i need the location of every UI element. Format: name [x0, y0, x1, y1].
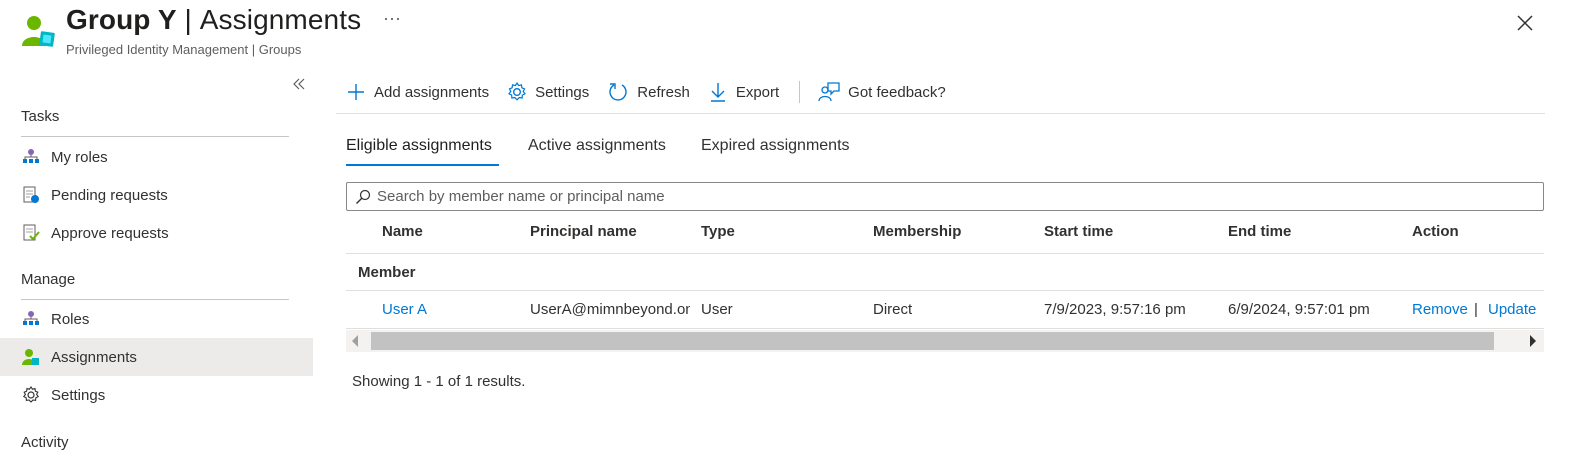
table-row-divider [346, 328, 1544, 329]
add-assignments-button[interactable]: Add assignments [346, 82, 489, 102]
remove-link[interactable]: Remove [1412, 301, 1468, 318]
sidebar-item-label: My roles [51, 148, 108, 166]
column-header-name[interactable]: Name [382, 223, 423, 240]
results-count: Showing 1 - 1 of 1 results. [352, 373, 526, 390]
page-title: Group Y | Assignments [66, 4, 361, 36]
page-title-group: Group Y [66, 4, 177, 35]
column-header-action: Action [1412, 223, 1459, 240]
search-icon [356, 189, 371, 204]
plus-icon [348, 84, 364, 100]
roles-icon [21, 309, 41, 329]
tab-active-assignments[interactable]: Active assignments [528, 137, 666, 155]
toolbar-divider-line [336, 113, 1545, 114]
assignments-icon [21, 347, 41, 367]
close-icon[interactable] [1514, 12, 1536, 34]
cell-name-link[interactable]: User A [382, 301, 427, 318]
scrollbar-thumb[interactable] [371, 332, 1494, 350]
tab-eligible-assignments[interactable]: Eligible assignments [346, 137, 492, 155]
sidebar-heading-activity: Activity [21, 434, 69, 451]
sidebar-item-label: Approve requests [51, 224, 169, 242]
cell-membership: Direct [873, 301, 913, 318]
sidebar-item-label: Assignments [51, 348, 137, 366]
sidebar-item-my-roles[interactable]: My roles [0, 138, 313, 176]
sidebar-item-assignments[interactable]: Assignments [0, 338, 313, 376]
feedback-label: Got feedback? [848, 83, 946, 101]
active-tab-indicator [346, 164, 499, 166]
command-bar: Add assignments Settings Refresh Export … [346, 78, 964, 106]
cell-type: User [701, 301, 733, 318]
refresh-button[interactable]: Refresh [607, 81, 690, 103]
group-assignments-icon [20, 14, 56, 50]
sidebar-item-label: Roles [51, 310, 90, 328]
column-header-start-time[interactable]: Start time [1044, 223, 1113, 240]
collapse-sidebar-icon[interactable] [291, 76, 307, 92]
sidebar-item-pending-requests[interactable]: Pending requests [0, 176, 313, 214]
page-title-page: Assignments [199, 4, 362, 35]
table-group-label: Member [358, 264, 416, 281]
column-header-type[interactable]: Type [701, 223, 735, 240]
refresh-label: Refresh [637, 83, 690, 101]
page-title-separator: | [176, 4, 200, 35]
sidebar-item-label: Pending requests [51, 186, 168, 204]
column-header-principal-name[interactable]: Principal name [530, 223, 637, 240]
more-options-button[interactable]: ··· [383, 8, 401, 29]
sidebar-item-settings[interactable]: Settings [0, 376, 313, 414]
feedback-button[interactable]: Got feedback? [818, 81, 946, 103]
pending-requests-icon [21, 185, 41, 205]
settings-button[interactable]: Settings [507, 82, 589, 102]
action-separator: | [1474, 301, 1478, 318]
cell-end-time: 6/9/2024, 9:57:01 pm [1228, 301, 1370, 318]
table-row-divider [346, 253, 1544, 254]
export-label: Export [735, 83, 780, 101]
settings-label: Settings [535, 83, 590, 101]
sidebar-item-approve-requests[interactable]: Approve requests [0, 214, 313, 252]
scroll-right-icon[interactable] [1530, 335, 1536, 347]
my-roles-icon [21, 147, 41, 167]
refresh-icon [609, 83, 627, 101]
sidebar-divider [21, 136, 289, 137]
cell-principal-name: UserA@mimnbeyond.onmicrosoft.com [530, 301, 690, 318]
download-icon [710, 83, 725, 102]
horizontal-scrollbar[interactable] [346, 330, 1544, 352]
add-assignments-label: Add assignments [374, 83, 490, 101]
tab-expired-assignments[interactable]: Expired assignments [701, 137, 850, 155]
scroll-left-icon[interactable] [352, 335, 358, 347]
column-header-end-time[interactable]: End time [1228, 223, 1291, 240]
search-box [346, 182, 1544, 211]
cell-start-time: 7/9/2023, 9:57:16 pm [1044, 301, 1186, 318]
gear-icon [21, 385, 41, 405]
search-input[interactable] [377, 188, 1527, 205]
sidebar-item-label: Settings [51, 386, 106, 404]
column-header-membership[interactable]: Membership [873, 223, 961, 240]
feedback-icon [818, 82, 840, 102]
table-row-divider [346, 290, 1544, 291]
toolbar-divider [799, 81, 801, 103]
page-subtitle: Privileged Identity Management | Groups [66, 42, 302, 57]
update-link[interactable]: Update [1488, 301, 1536, 318]
export-button[interactable]: Export [708, 81, 779, 103]
sidebar-heading-tasks: Tasks [21, 108, 60, 125]
sidebar-item-roles[interactable]: Roles [0, 300, 313, 338]
gear-icon [508, 82, 527, 101]
approve-requests-icon [21, 223, 41, 243]
sidebar-heading-manage: Manage [21, 271, 76, 288]
